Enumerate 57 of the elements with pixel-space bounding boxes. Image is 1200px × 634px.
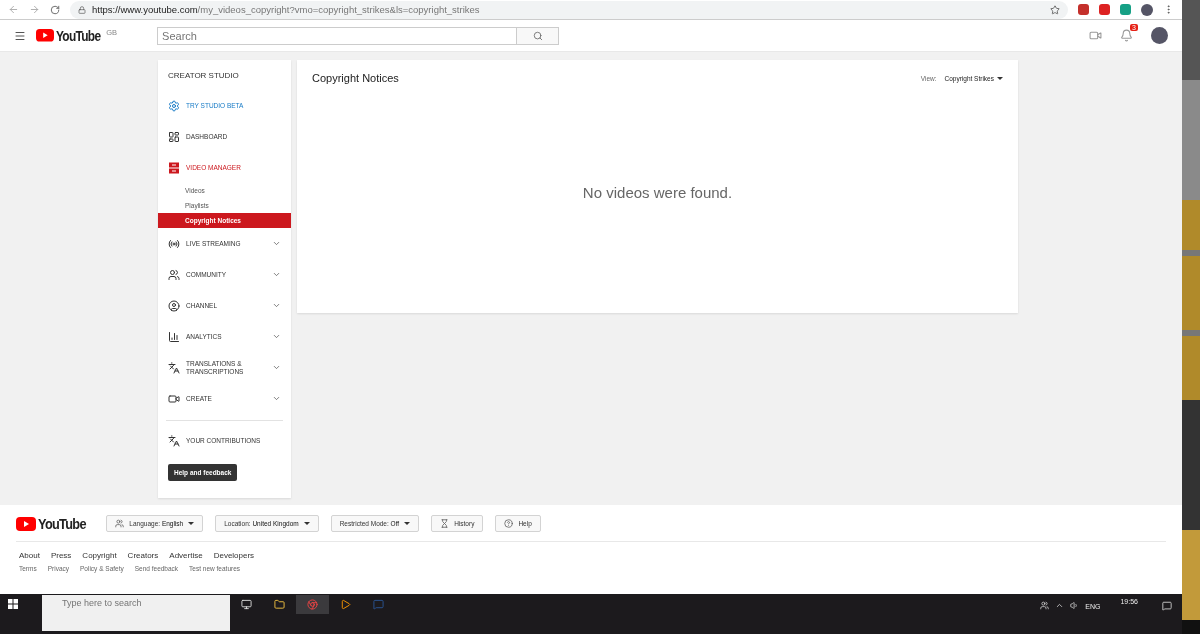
media-player-icon[interactable] <box>340 599 351 610</box>
broadcast-icon <box>168 237 180 250</box>
people-icon <box>168 268 180 281</box>
help-icon <box>504 519 514 528</box>
profile-avatar[interactable] <box>1141 3 1153 16</box>
sidebar-title: CREATOR STUDIO <box>167 71 240 82</box>
footer-link[interactable]: Creators <box>127 551 159 560</box>
footer-link[interactable]: Developers <box>213 551 255 560</box>
reload-icon[interactable] <box>50 4 60 15</box>
video-camera-icon <box>168 392 180 405</box>
chevron-icon <box>272 270 281 279</box>
menu-icon[interactable] <box>14 29 26 42</box>
chevron-icon <box>272 363 281 372</box>
footer-link[interactable]: Press <box>50 551 72 560</box>
video-camera-icon[interactable] <box>1089 29 1102 42</box>
chevron-icon <box>272 332 281 341</box>
people-icon <box>115 519 125 528</box>
translate-icon <box>168 434 180 447</box>
translate-icon <box>168 361 180 374</box>
bar-chart-icon <box>168 330 180 343</box>
chevron-icon <box>272 301 281 310</box>
extension-icon[interactable] <box>1099 4 1110 15</box>
bell-icon[interactable] <box>1120 29 1133 42</box>
star-icon[interactable] <box>1050 4 1060 15</box>
footer-link[interactable]: Advertise <box>169 551 203 560</box>
hourglass-icon <box>440 519 450 528</box>
extension-icon[interactable] <box>1078 4 1089 15</box>
search-field[interactable]: Search <box>157 26 518 45</box>
folder-icon[interactable] <box>274 599 285 610</box>
dashboard-icon <box>168 130 180 143</box>
footer-link[interactable]: Copyright <box>82 551 117 560</box>
logo-text[interactable]: YouTube <box>56 27 101 44</box>
people-icon[interactable] <box>1040 601 1050 610</box>
windows-start-icon[interactable] <box>8 599 18 609</box>
footer-link[interactable]: About <box>19 551 40 560</box>
user-avatar[interactable] <box>1151 27 1168 44</box>
address-bar[interactable]: https://www.youtube.com/my_videos_copyright?vmo=copyright_strikes&ls=copyright_strikes <box>70 0 1068 19</box>
play-logo-icon <box>36 29 54 42</box>
url-text: https://www.youtube.com/my_videos_copyright?vmo=copyright_strikes&ls=copyright_strikes <box>92 4 480 15</box>
person-circle-icon <box>168 299 180 312</box>
play-logo-icon <box>16 516 36 531</box>
taskbar-search-field[interactable]: Type here to search <box>42 595 230 631</box>
empty-message: No videos were found. <box>581 184 734 201</box>
notification-center-icon[interactable] <box>1162 601 1172 611</box>
page-title: Copyright Notices <box>312 72 399 84</box>
chevron-up-icon[interactable] <box>1055 601 1065 610</box>
footer-logo-text[interactable]: YouTube <box>38 515 86 532</box>
browser-icon[interactable] <box>307 599 318 610</box>
chevron-icon <box>272 394 281 403</box>
volume-icon[interactable] <box>1070 601 1080 610</box>
gear-icon <box>168 99 180 112</box>
lock-icon <box>78 5 86 14</box>
stacked-boxes-icon <box>168 161 180 174</box>
search-icon <box>532 30 543 41</box>
extension-icon[interactable] <box>1120 4 1131 15</box>
task-view-icon[interactable] <box>241 599 252 610</box>
chevron-icon <box>272 239 281 248</box>
